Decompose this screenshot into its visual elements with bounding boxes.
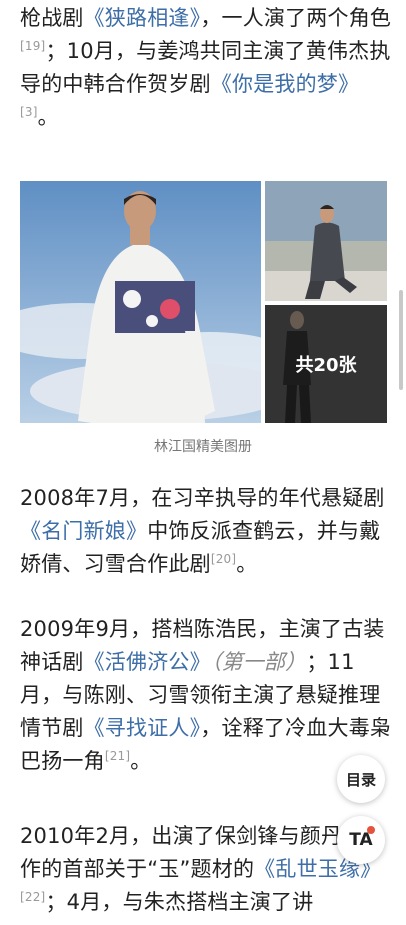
paragraph-1: 枪战剧《狭路相逢》，一人演了两个角色[19]；10月，与姜鸿共同主演了黄伟杰执导…: [20, 2, 392, 134]
text-span: ；4月，与朱杰搭档主演了讲: [45, 890, 314, 914]
citation-21[interactable]: [21]: [105, 749, 130, 763]
citation-3[interactable]: [3]: [20, 105, 38, 119]
notification-dot-icon: [367, 826, 375, 834]
table-of-contents-button[interactable]: 目录: [337, 755, 385, 803]
text-span: 。: [236, 552, 258, 576]
paragraph-4: 2010年2月，出演了保剑锋与颜丹晨合作的首部关于“玉”题材的《乱世玉缘》[22…: [20, 820, 392, 919]
link-xun-zhao-zheng-ren[interactable]: 《寻找证人》: [84, 716, 201, 740]
link-ni-shi-wo-de-meng[interactable]: 《你是我的梦》: [211, 72, 359, 96]
text-span: 枪战剧: [20, 6, 84, 30]
photo-man-white-sweater: [20, 181, 261, 423]
text-span: 。: [37, 105, 59, 129]
link-xia-lu-xiang-feng[interactable]: 《狭路相逢》: [84, 6, 201, 30]
text-span: 。: [130, 749, 152, 773]
gallery-thumb-more[interactable]: 共20张: [265, 305, 387, 423]
text-span: 2008年7月，在习辛执导的年代悬疑剧: [20, 486, 385, 510]
citation-19[interactable]: [19]: [20, 39, 45, 53]
gallery-thumb-suit[interactable]: [265, 181, 387, 301]
toc-label: 目录: [345, 770, 376, 789]
gallery-main-photo[interactable]: [20, 181, 261, 423]
link-huo-fo-ji-gong[interactable]: 《活佛济公》: [84, 650, 211, 674]
citation-22[interactable]: [22]: [20, 890, 45, 904]
scrollbar-thumb[interactable]: [399, 290, 403, 390]
text-span-italic: （第一部）: [210, 650, 307, 674]
paragraph-3: 2009年9月，搭档陈浩民，主演了古装神话剧《活佛济公》（第一部）；11月，与陈…: [20, 613, 392, 778]
paragraph-2: 2008年7月，在习辛执导的年代悬疑剧《名门新娘》中饰反派查鹤云，并与戴娇倩、习…: [20, 482, 392, 581]
link-ming-men-xin-niang[interactable]: 《名门新娘》: [20, 519, 147, 543]
photo-man-in-suit: [265, 181, 387, 301]
gallery-photo-count: 共20张: [295, 355, 357, 376]
text-span: ，一人演了两个角色: [200, 6, 392, 30]
photo-gallery[interactable]: 共20张: [20, 181, 387, 423]
citation-20[interactable]: [20]: [211, 552, 236, 566]
ta-button[interactable]: TA: [337, 816, 385, 864]
gallery-caption: 林江国精美图册: [154, 439, 252, 455]
